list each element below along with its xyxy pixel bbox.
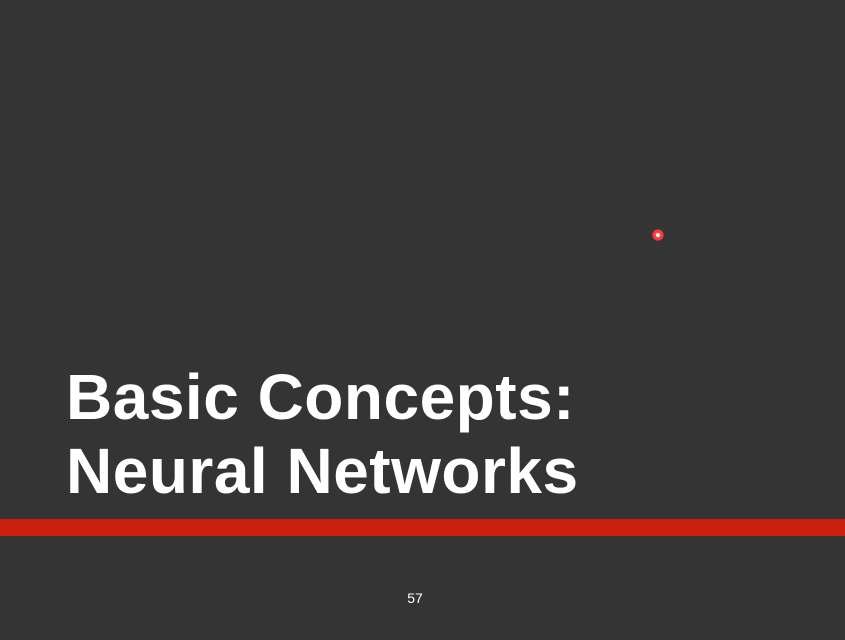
accent-divider xyxy=(0,519,845,536)
slide-page-number: 57 xyxy=(407,590,423,606)
slide-title-line-2: Neural Networks xyxy=(66,435,579,507)
laser-pointer-icon xyxy=(652,229,664,241)
slide-title-line-1: Basic Concepts: xyxy=(66,361,575,433)
slide-title: Basic Concepts: Neural Networks xyxy=(66,360,579,508)
presentation-slide: Basic Concepts: Neural Networks 57 xyxy=(0,0,845,640)
